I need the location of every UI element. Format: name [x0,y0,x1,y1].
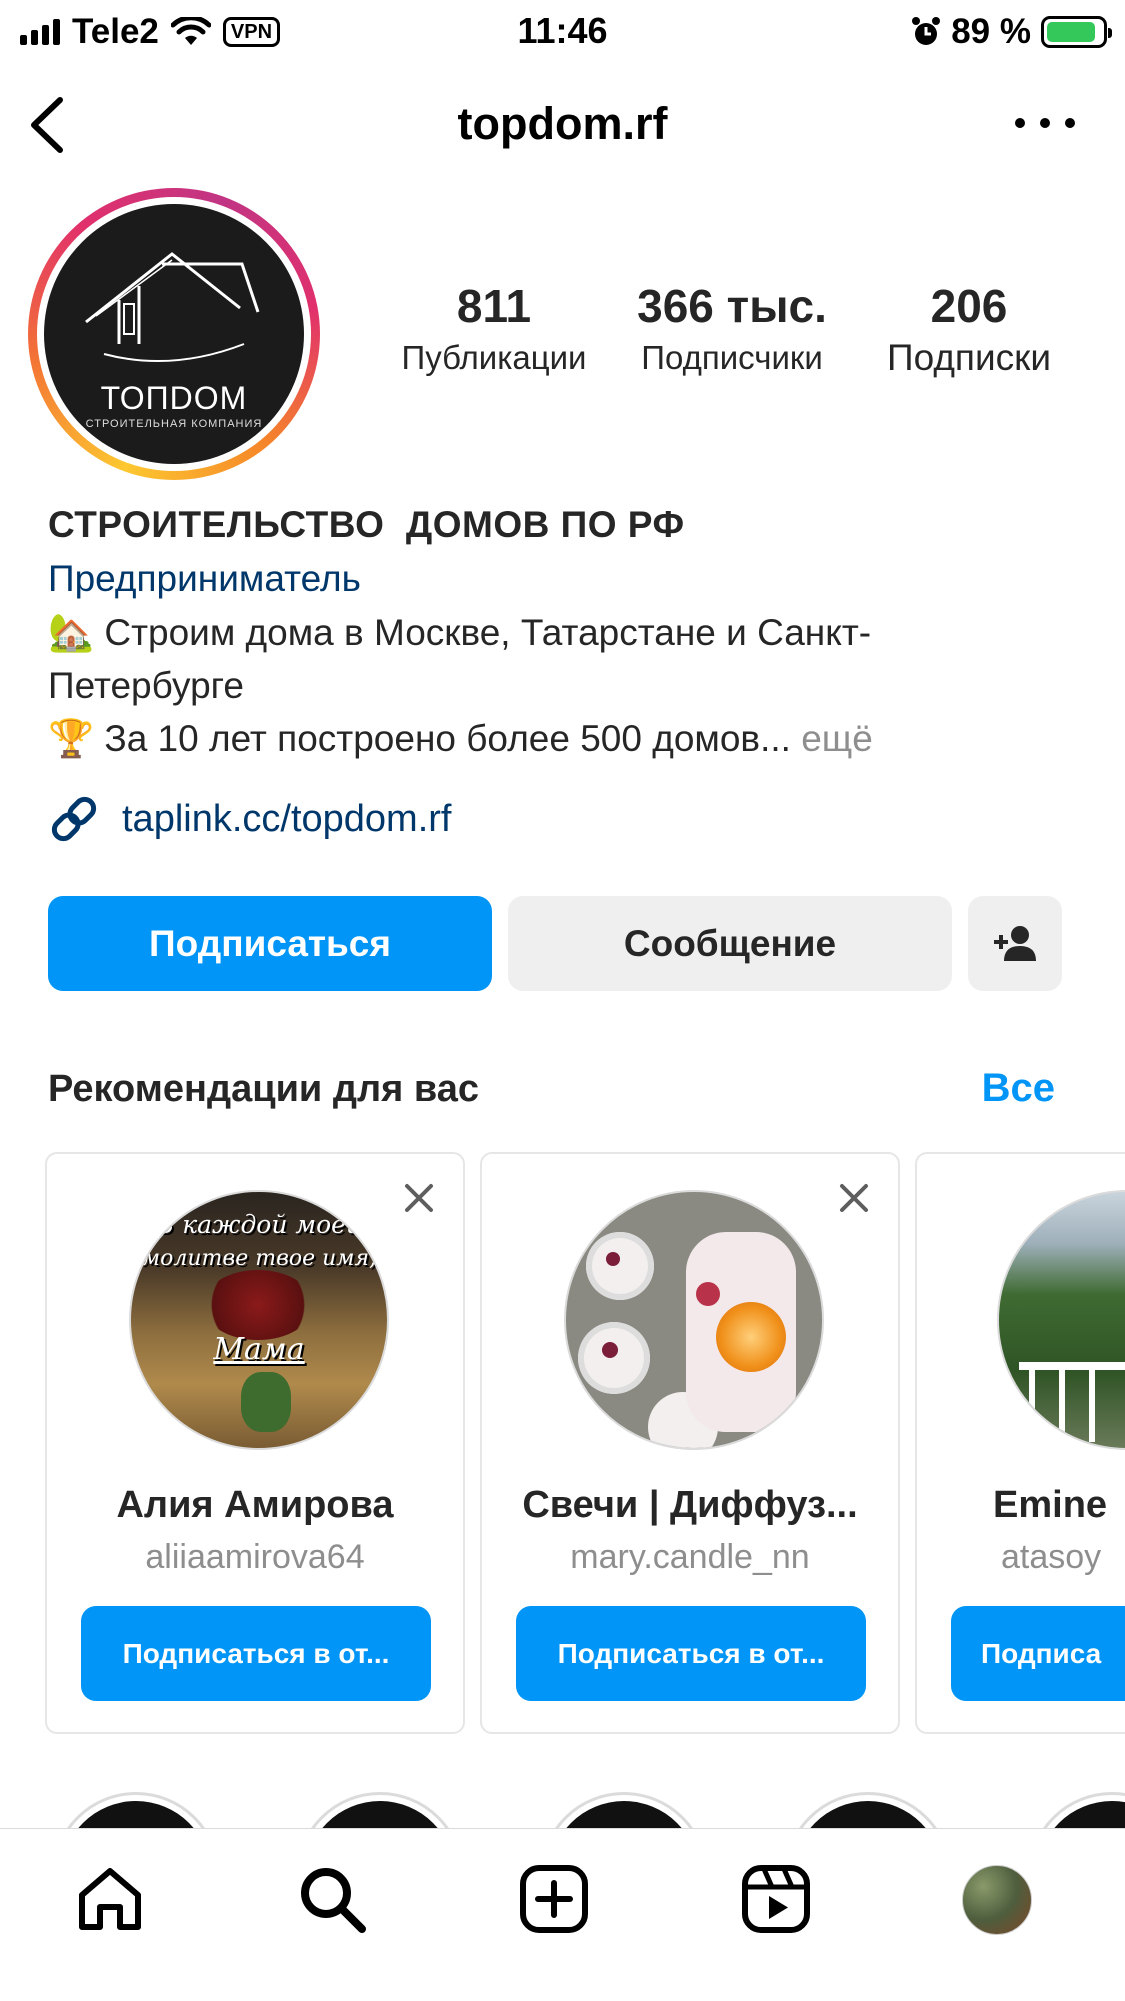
stat-followers-value: 366 тыс. [637,280,827,332]
avatar-caption-line: молитве твое имя, [141,1246,377,1271]
stat-followers-label: Подписчики [641,339,823,376]
recommendations-title: Рекомендации для вас [48,1068,479,1110]
nav-bar: topdom.rf [0,80,1125,170]
follow-back-button[interactable]: Подписа [951,1606,1125,1701]
highlight-item[interactable] [52,1792,220,1832]
recommendation-name: Свечи | Диффуз... [522,1484,858,1526]
profile-display-name: СТРОИТЕЛЬСТВО ДОМОВ ПО РФ [48,504,685,545]
highlight-item[interactable] [296,1792,464,1832]
highlight-item[interactable] [1028,1792,1125,1832]
follow-back-button[interactable]: Подписаться в от... [81,1606,431,1701]
avatar-caption-line: Мама [213,1332,305,1367]
bio-line-text: 🏆 За 10 лет построено более 500 домов... [48,718,791,759]
dot [1065,118,1075,128]
profile-category: Предприниматель [48,558,361,599]
stat-followers[interactable]: 366 тыс. Подписчики [622,278,842,382]
link-icon [51,796,97,842]
follow-button[interactable]: Подписаться [48,896,492,991]
home-icon [79,1868,141,1930]
stat-posts-value: 811 [456,280,532,332]
reels-icon [742,1865,810,1933]
recommendation-name: Emine [993,1484,1108,1526]
tab-reels[interactable] [740,1863,812,1935]
status-bar: Tele2 VPN 11:46 89 % [0,0,1125,62]
bio-line: Петербурге [48,665,244,706]
recommendation-name: Алия Амирова [116,1484,394,1526]
bio-line: 🏡 Строим дома в Москве, Татарстане и Сан… [48,612,872,653]
recommendation-avatar[interactable] [997,1190,1125,1450]
stat-posts[interactable]: 811 Публикации [384,278,604,382]
follow-back-button[interactable]: Подписаться в от... [516,1606,866,1701]
story-highlights [0,1792,1125,1832]
recommendation-username: aliiaamirova64 [145,1538,365,1576]
profile-link[interactable]: taplink.cc/topdom.rf [48,793,451,845]
stat-following[interactable]: 206 Подписки [860,278,1078,382]
stat-following-value: 206 [930,280,1008,332]
profile-avatar-story-ring[interactable]: ТОПDОМ СТРОИТЕЛЬНАЯ КОМПАНИЯ [28,188,320,480]
bio-more-link[interactable]: ещё [801,718,873,759]
battery-icon [1041,16,1112,48]
recommendation-card[interactable]: В каждой моей молитве твое имя, Мама Али… [45,1152,465,1734]
avatar: ТОПDОМ СТРОИТЕЛЬНАЯ КОМПАНИЯ [44,204,304,464]
highlight-item[interactable] [784,1792,952,1832]
tab-search[interactable] [296,1863,368,1935]
alarm-icon [912,17,941,45]
dismiss-button[interactable] [403,1182,435,1214]
recommendation-card[interactable]: Свечи | Диффуз... mary.candle_nn Подписа… [480,1152,900,1734]
stat-posts-label: Публикации [401,339,587,376]
recommendation-card[interactable]: Emine atasoy Подписа [915,1152,1125,1734]
see-all-link[interactable]: Все [982,1066,1055,1111]
more-options-button[interactable] [1015,100,1075,146]
battery-percent: 89 % [951,12,1031,51]
profile-link-text: taplink.cc/topdom.rf [122,797,452,840]
avatar-logo-subtext: СТРОИТЕЛЬНАЯ КОМПАНИЯ [85,418,263,430]
avatar-border: ТОПDОМ СТРОИТЕЛЬНАЯ КОМПАНИЯ [37,197,311,471]
bottom-tab-bar [0,1828,1125,2001]
bio-line-with-more: 🏆 За 10 лет построено более 500 домов...… [48,712,1088,765]
recommendation-username: mary.candle_nn [570,1538,810,1576]
stat-following-label: Подписки [886,337,1051,378]
profile-username-title: topdom.rf [457,98,668,149]
dot [1040,118,1050,128]
avatar-logo-text: ТОПDОМ [100,380,248,416]
message-button[interactable]: Сообщение [508,896,952,991]
status-right: 89 % [911,12,1112,52]
avatar-caption-line: В каждой моей [155,1210,363,1239]
add-user-icon [994,925,1036,961]
dismiss-button[interactable] [838,1182,870,1214]
recommendation-avatar[interactable] [564,1190,824,1450]
search-icon [301,1868,366,1933]
tab-home[interactable] [74,1863,146,1935]
close-icon [405,1184,433,1212]
highlight-item[interactable] [540,1792,708,1832]
close-icon [840,1184,868,1212]
recommendation-username: atasoy [1001,1538,1102,1576]
profile-bio: СТРОИТЕЛЬСТВО ДОМОВ ПО РФ Предпринимател… [48,498,1088,765]
recommendation-avatar[interactable]: В каждой моей молитве твое имя, Мама [129,1190,389,1450]
dot [1015,118,1025,128]
add-post-icon [520,1865,588,1933]
tab-create[interactable] [518,1863,590,1935]
suggest-users-button[interactable] [968,896,1062,991]
tab-profile-avatar[interactable] [962,1865,1032,1935]
